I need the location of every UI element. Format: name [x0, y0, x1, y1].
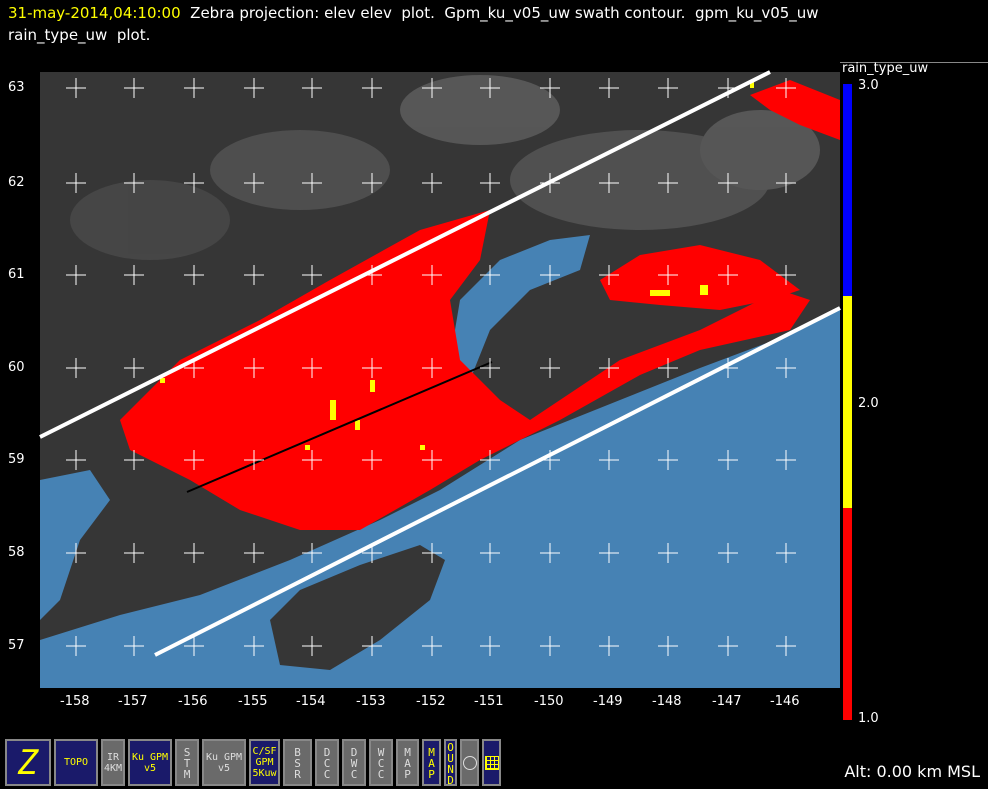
lon-tick-label: -152	[416, 694, 446, 709]
toolbar-button-label: BOUNDS	[444, 739, 457, 786]
legend-bar-blue	[843, 84, 852, 296]
legend-bar-red	[843, 508, 852, 720]
toolbar-button-stm[interactable]: STM	[175, 739, 199, 786]
lon-tick-label: -146	[770, 694, 800, 709]
toolbar-button-label: Ku GPM v5	[205, 751, 243, 774]
lon-tick-label: -155	[238, 694, 268, 709]
lat-tick-label: 62	[8, 175, 25, 190]
toolbar-button-label: MAP	[425, 746, 438, 779]
map-plot[interactable]	[0, 0, 988, 789]
toolbar-button-label: MAP	[401, 746, 414, 779]
lat-tick-label: 60	[8, 360, 25, 375]
toolbar-button-label: IR 4KM	[103, 751, 123, 774]
lat-tick-label: 59	[8, 452, 25, 467]
legend-bar-yellow	[843, 296, 852, 508]
toolbar-button-bsr[interactable]: BSR	[283, 739, 312, 786]
toolbar-button-wcc[interactable]: WCC	[369, 739, 393, 786]
lon-tick-label: -150	[534, 694, 564, 709]
toolbar-button-label: TOPO	[63, 757, 89, 768]
toolbar-button-label: DCC	[320, 746, 334, 779]
toolbar-button-circle[interactable]	[460, 739, 479, 786]
toolbar-button-label: Ku GPM v5	[131, 751, 169, 774]
lon-tick-label: -157	[118, 694, 148, 709]
toolbar-button-label: WCC	[374, 746, 388, 779]
legend-mid: 2.0	[858, 396, 879, 411]
toolbar-button-ir[interactable]: IR 4KM	[101, 739, 125, 786]
lon-tick-label: -149	[593, 694, 623, 709]
lon-tick-label: -156	[178, 694, 208, 709]
legend-max: 3.0	[858, 78, 879, 93]
toolbar-button-ku-gpm-gray[interactable]: Ku GPM v5	[202, 739, 246, 786]
lon-tick-label: -153	[356, 694, 386, 709]
toolbar-button-label: DWC	[347, 746, 361, 779]
toolbar-button-map-gray[interactable]: MAP	[396, 739, 419, 786]
toolbar-button-label: C/SF GPM 5Kuw	[252, 746, 277, 779]
circle-icon	[462, 755, 477, 770]
toolbar-button-dcc[interactable]: DCC	[315, 739, 339, 786]
legend-min: 1.0	[858, 711, 879, 726]
lat-tick-label: 58	[8, 545, 25, 560]
lat-tick-label: 57	[8, 638, 25, 653]
altitude-readout: Alt: 0.00 km MSL	[844, 762, 980, 781]
toolbar-button-label: STM	[180, 746, 194, 779]
lon-tick-label: -158	[60, 694, 90, 709]
toolbar-button-topo[interactable]: TOPO	[54, 739, 98, 786]
toolbar-button-label: Z	[17, 742, 39, 783]
grid-icon	[484, 755, 499, 770]
legend-title: rain_type_uw	[842, 61, 929, 76]
lon-tick-label: -151	[474, 694, 504, 709]
toolbar-button-map-navy[interactable]: MAP	[422, 739, 441, 786]
lat-tick-label: 61	[8, 267, 25, 282]
lat-tick-label: 63	[8, 80, 25, 95]
toolbar-button-zebra[interactable]: Z	[5, 739, 51, 786]
toolbar-button-ku-gpm[interactable]: Ku GPM v5	[128, 739, 172, 786]
toolbar-button-bounds[interactable]: BOUNDS	[444, 739, 457, 786]
lon-tick-label: -147	[712, 694, 742, 709]
toolbar-button-label: BSR	[291, 746, 304, 779]
toolbar-button-dwc[interactable]: DWC	[342, 739, 366, 786]
lon-tick-label: -154	[296, 694, 326, 709]
lon-tick-label: -148	[652, 694, 682, 709]
toolbar-button-grid[interactable]	[482, 739, 501, 786]
toolbar-button-csf[interactable]: C/SF GPM 5Kuw	[249, 739, 280, 786]
